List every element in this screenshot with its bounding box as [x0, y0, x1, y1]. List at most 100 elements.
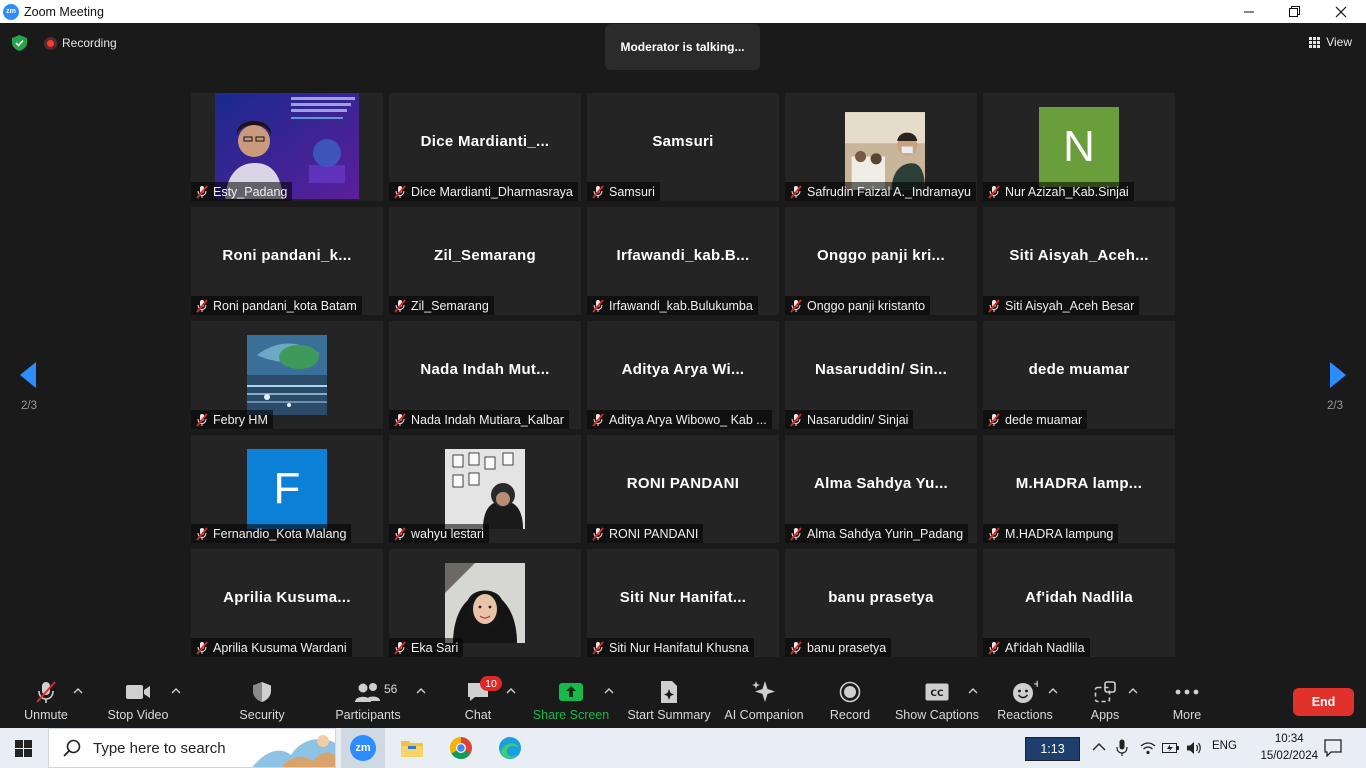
- show-captions-button[interactable]: CC Show Captions: [895, 672, 979, 728]
- participant-tile[interactable]: Alma Sahdya Yu... Alma Sahdya Yurin_Padan…: [785, 435, 977, 543]
- participant-tile[interactable]: Siti Aisyah_Aceh... Siti Aisyah_Aceh Besa…: [983, 207, 1175, 315]
- encryption-shield-icon[interactable]: [12, 35, 27, 51]
- muted-microphone-icon: [196, 526, 208, 541]
- participant-tile[interactable]: M.HADRA lamp... M.HADRA lampung: [983, 435, 1175, 543]
- chat-options-caret-icon[interactable]: [506, 688, 516, 694]
- participant-tile[interactable]: N Nur Azizah_Kab.Sinjai: [983, 93, 1175, 201]
- participant-tile[interactable]: Dice Mardianti_... Dice Mardianti_Dharmas…: [389, 93, 581, 201]
- record-button[interactable]: Record: [829, 672, 871, 728]
- unmute-button[interactable]: Unmute: [18, 672, 74, 728]
- apps-options-caret-icon[interactable]: [1128, 688, 1138, 694]
- participant-tile[interactable]: Safrudin Faizal A._Indramayu: [785, 93, 977, 201]
- security-button[interactable]: Security: [232, 672, 292, 728]
- taskbar-search-box[interactable]: Type here to search: [48, 728, 336, 768]
- participant-tile[interactable]: Irfawandi_kab.B... Irfawandi_kab.Bulukumb…: [587, 207, 779, 315]
- participant-tile[interactable]: Nada Indah Mut... Nada Indah Mutiara_Kalb…: [389, 321, 581, 429]
- participant-tile[interactable]: F Fernandio_Kota Malang: [191, 435, 383, 543]
- participant-name: dede muamar: [1005, 412, 1083, 427]
- participant-display-name: dede muamar: [1028, 361, 1130, 378]
- windows-start-icon[interactable]: [15, 740, 32, 757]
- network-wifi-icon[interactable]: [1140, 741, 1156, 755]
- grid-view-icon: [1309, 36, 1321, 48]
- participant-display-name: Roni pandani_k...: [222, 247, 352, 264]
- apps-button[interactable]: Apps: [1084, 672, 1126, 728]
- participant-tile[interactable]: Zil_Semarang Zil_Semarang: [389, 207, 581, 315]
- video-options-caret-icon[interactable]: [171, 688, 181, 694]
- reactions-button[interactable]: + Reactions: [997, 672, 1053, 728]
- participant-display-name: Af'idah Nadlila: [1024, 589, 1134, 606]
- captions-options-caret-icon[interactable]: [968, 688, 978, 694]
- input-language[interactable]: ENG: [1212, 740, 1237, 752]
- view-button[interactable]: View: [1309, 35, 1352, 49]
- participant-display-name: banu prasetya: [828, 589, 934, 606]
- taskbar-edge[interactable]: [488, 728, 532, 768]
- restore-button[interactable]: [1272, 0, 1318, 23]
- participant-name-label: Siti Aisyah_Aceh Besar: [983, 296, 1140, 315]
- taskbar-zoom-app[interactable]: zm: [341, 728, 385, 768]
- participant-tile[interactable]: wahyu lestari: [389, 435, 581, 543]
- participant-tile[interactable]: Eka Sari: [389, 549, 581, 657]
- share-screen-icon: [559, 678, 583, 706]
- participant-tile[interactable]: Roni pandani_k... Roni pandani_kota Batam: [191, 207, 383, 315]
- participant-tile[interactable]: dede muamar dede muamar: [983, 321, 1175, 429]
- participant-name-label: Esty_Padang: [191, 182, 293, 201]
- reactions-options-caret-icon[interactable]: [1048, 688, 1058, 694]
- participant-name-label: Siti Nur Hanifatul Khusna: [587, 638, 754, 657]
- participant-name-label: Onggo panji kristanto: [785, 296, 931, 315]
- recording-indicator[interactable]: Recording: [44, 36, 117, 50]
- participant-tile[interactable]: Siti Nur Hanifat... Siti Nur Hanifatul Kh…: [587, 549, 779, 657]
- muted-microphone-icon: [790, 640, 802, 655]
- taskbar-file-explorer[interactable]: [390, 728, 434, 768]
- participants-options-caret-icon[interactable]: [416, 688, 426, 694]
- participant-tile[interactable]: banu prasetya banu prasetya: [785, 549, 977, 657]
- taskbar-chrome[interactable]: [439, 728, 483, 768]
- participant-tile[interactable]: Esty_Padang: [191, 93, 383, 201]
- participant-tile[interactable]: Nasaruddin/ Sin... Nasaruddin/ Sinjai: [785, 321, 977, 429]
- speaker-volume-icon[interactable]: [1186, 740, 1202, 756]
- more-button[interactable]: More: [1167, 672, 1207, 728]
- participant-name: Samsuri: [609, 184, 655, 199]
- participant-name-label: Nur Azizah_Kab.Sinjai: [983, 182, 1134, 201]
- smiley-plus-icon: +: [1012, 678, 1038, 706]
- show-hidden-icons-caret-icon[interactable]: [1092, 742, 1106, 752]
- timer-widget[interactable]: 1:13: [1025, 737, 1080, 761]
- security-shield-icon: [252, 678, 272, 706]
- video-camera-icon: [125, 678, 151, 706]
- participant-name: Esty_Padang: [213, 184, 288, 199]
- minimize-button[interactable]: [1226, 0, 1272, 23]
- participant-tile[interactable]: Samsuri Samsuri: [587, 93, 779, 201]
- muted-microphone-icon: [394, 412, 406, 427]
- notifications-icon[interactable]: [1324, 739, 1342, 757]
- ai-companion-button[interactable]: AI Companion: [724, 672, 804, 728]
- participant-tile[interactable]: Aprilia Kusuma... Aprilia Kusuma Wardani: [191, 549, 383, 657]
- security-label: Security: [239, 708, 285, 722]
- participant-tile[interactable]: Aditya Arya Wi... Aditya Arya Wibowo_ Kab…: [587, 321, 779, 429]
- microphone-tray-icon[interactable]: [1116, 739, 1128, 757]
- participants-button[interactable]: Participants: [334, 672, 402, 728]
- participant-tile[interactable]: RONI PANDANI RONI PANDANI: [587, 435, 779, 543]
- participant-name: Siti Nur Hanifatul Khusna: [609, 640, 749, 655]
- close-button[interactable]: [1318, 0, 1364, 23]
- start-summary-button[interactable]: Start Summary: [627, 672, 711, 728]
- share-screen-button[interactable]: Share Screen: [533, 672, 609, 728]
- clock-time: 10:34: [1274, 733, 1304, 745]
- participant-display-name: Dice Mardianti_...: [420, 133, 550, 150]
- end-meeting-button[interactable]: End: [1293, 688, 1354, 716]
- participant-tile[interactable]: Af'idah Nadlila Af'idah Nadlila: [983, 549, 1175, 657]
- participant-tile[interactable]: Febry HM: [191, 321, 383, 429]
- participant-tile[interactable]: Onggo panji kri... Onggo panji kristanto: [785, 207, 977, 315]
- participant-name: Alma Sahdya Yurin_Padang: [807, 526, 964, 541]
- battery-charging-icon[interactable]: [1162, 742, 1180, 754]
- muted-microphone-icon: [394, 184, 406, 199]
- participant-name-label: Nada Indah Mutiara_Kalbar: [389, 410, 569, 429]
- participant-name: Onggo panji kristanto: [807, 298, 926, 313]
- taskbar-clock[interactable]: 10:34 15/02/2024: [1260, 731, 1318, 765]
- reactions-label: Reactions: [997, 708, 1053, 722]
- windows-taskbar: Type here to search zm 1:13 ENG 10:34 15…: [0, 728, 1366, 768]
- share-options-caret-icon[interactable]: [604, 688, 614, 694]
- audio-options-caret-icon[interactable]: [73, 688, 83, 694]
- participant-display-name: Alma Sahdya Yu...: [813, 475, 949, 492]
- stop-video-button[interactable]: Stop Video: [106, 672, 170, 728]
- participant-name: Febry HM: [213, 412, 268, 427]
- muted-microphone-icon: [790, 526, 802, 541]
